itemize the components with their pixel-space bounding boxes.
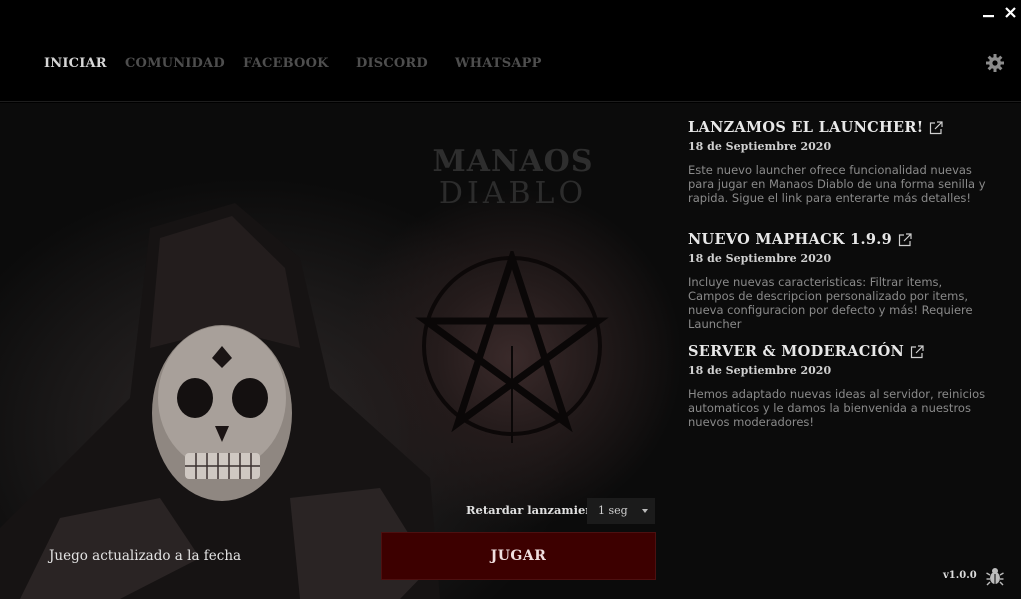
svg-text:DIABLO: DIABLO	[439, 176, 587, 211]
news-title-link[interactable]: SERVER & MODERACIÓN	[688, 343, 988, 360]
nav-discord[interactable]: DISCORD	[356, 56, 428, 71]
svg-text:MANAOS: MANAOS	[433, 144, 594, 179]
nav-facebook[interactable]: FACEBOOK	[243, 56, 329, 71]
play-button[interactable]: JUGAR	[381, 532, 656, 580]
news-item: SERVER & MODERACIÓN 18 de Septiembre 202…	[688, 343, 988, 429]
top-navigation: INICIAR COMUNIDAD FACEBOOK DISCORD WHATS…	[0, 0, 1021, 102]
close-button[interactable]	[999, 0, 1021, 24]
minimize-button[interactable]	[977, 0, 999, 24]
external-link-icon	[930, 120, 943, 134]
nav-whatsapp[interactable]: WHATSAPP	[455, 56, 542, 71]
delay-select[interactable]: 1 seg	[587, 498, 655, 524]
minimize-icon	[982, 14, 994, 17]
version-label: v1.0.0	[943, 570, 977, 581]
news-item: LANZAMOS EL LAUNCHER! 18 de Septiembre 2…	[688, 119, 988, 205]
delay-select-value: 1 seg	[598, 504, 628, 517]
window-controls	[977, 0, 1021, 24]
chevron-down-icon	[642, 509, 648, 513]
update-status: Juego actualizado a la fecha	[49, 548, 242, 564]
news-title-link[interactable]: LANZAMOS EL LAUNCHER!	[688, 119, 988, 136]
news-title-text: LANZAMOS EL LAUNCHER!	[688, 119, 924, 136]
news-date: 18 de Septiembre 2020	[688, 364, 832, 377]
pentagram-emblem	[415, 251, 609, 443]
settings-gear-icon[interactable]	[985, 53, 1005, 73]
skull-warrior-artwork	[0, 203, 440, 599]
news-date: 18 de Septiembre 2020	[688, 140, 832, 153]
news-title-text: SERVER & MODERACIÓN	[688, 343, 905, 360]
news-date: 18 de Septiembre 2020	[688, 252, 832, 265]
news-body: Incluye nuevas caracteristicas: Filtrar …	[688, 275, 973, 331]
delay-label: Retardar lanzamiento	[466, 503, 607, 517]
news-item: NUEVO MAPHACK 1.9.9 18 de Septiembre 202…	[688, 231, 988, 331]
news-title-text: NUEVO MAPHACK 1.9.9	[688, 231, 893, 248]
nav-iniciar[interactable]: INICIAR	[44, 56, 107, 71]
manaos-diablo-logo: MANAOS DIABLO	[433, 144, 594, 211]
external-link-icon	[911, 344, 924, 358]
nav-comunidad[interactable]: COMUNIDAD	[125, 56, 225, 71]
close-icon	[1004, 6, 1016, 18]
news-body: Este nuevo launcher ofrece funcionalidad…	[688, 163, 986, 205]
external-link-icon	[898, 232, 912, 246]
bug-report-icon[interactable]	[986, 566, 1004, 586]
news-body: Hemos adaptado nuevas ideas al servidor,…	[688, 387, 986, 429]
news-title-link[interactable]: NUEVO MAPHACK 1.9.9	[688, 231, 988, 248]
